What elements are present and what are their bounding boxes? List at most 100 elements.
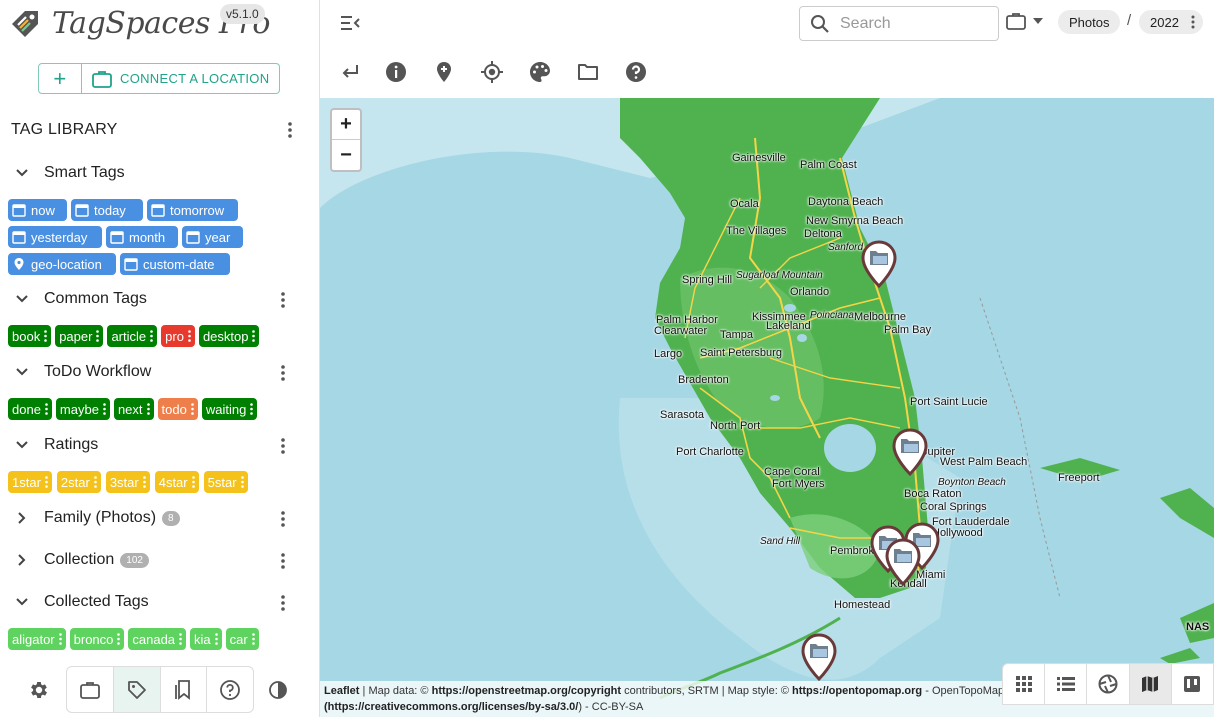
- kanban-view-button[interactable]: [1172, 664, 1213, 704]
- tag[interactable]: pro: [161, 325, 195, 347]
- grid-view-icon: [1015, 676, 1032, 692]
- map-view-button[interactable]: [1129, 664, 1172, 704]
- tag-group-common-tags[interactable]: Common Tags: [12, 288, 147, 310]
- folder-icon[interactable]: [576, 60, 600, 84]
- bookmarks-button[interactable]: [161, 667, 208, 712]
- tag-menu-icon: [252, 330, 256, 342]
- tag-library-title: TAG LIBRARY: [11, 121, 118, 138]
- group-menu-icon[interactable]: [273, 363, 293, 383]
- location-dropdown[interactable]: [1005, 11, 1043, 31]
- tag-group-collected-tags[interactable]: Collected Tags: [12, 591, 149, 613]
- map-label: Melbourne: [854, 311, 906, 323]
- tag[interactable]: maybe: [55, 398, 110, 420]
- tag[interactable]: custom-date: [120, 253, 230, 275]
- group-menu-icon[interactable]: [273, 290, 293, 310]
- version-badge: v5.1.0: [220, 4, 265, 24]
- tag[interactable]: todo: [157, 398, 198, 420]
- connect-location-button[interactable]: CONNECT A LOCATION: [82, 63, 281, 94]
- info-icon[interactable]: [384, 60, 408, 84]
- search-input[interactable]: [840, 14, 980, 33]
- tag-group-smart-tags[interactable]: Smart Tags: [12, 162, 125, 184]
- map-view[interactable]: Gainesville Palm Coast Ocala Daytona Bea…: [320, 98, 1214, 717]
- tag[interactable]: paper: [55, 325, 104, 347]
- map-tiles: [320, 98, 1214, 717]
- theme-toggle-button[interactable]: [266, 666, 290, 713]
- osm-link[interactable]: https://openstreetmap.org/copyright: [432, 685, 621, 697]
- group-menu-icon[interactable]: [273, 436, 293, 456]
- tag[interactable]: today: [71, 199, 143, 221]
- tag[interactable]: aligator: [8, 628, 66, 650]
- tag[interactable]: next: [113, 398, 154, 420]
- leaflet-link[interactable]: Leaflet: [324, 685, 359, 697]
- group-menu-icon[interactable]: [273, 551, 293, 571]
- tag-group-todo-workflow[interactable]: ToDo Workflow: [12, 361, 151, 383]
- locations-icon: [79, 681, 100, 699]
- tag-group-family-photos[interactable]: Family (Photos) 8: [12, 507, 180, 529]
- calendar-icon: [186, 231, 200, 244]
- photo-marker-icon[interactable]: [801, 633, 837, 681]
- tag[interactable]: car: [225, 628, 259, 650]
- settings-icon: [31, 681, 47, 698]
- map-label: Orlando: [790, 286, 830, 298]
- tag[interactable]: canada: [128, 628, 187, 650]
- tag[interactable]: 5star: [203, 471, 248, 493]
- map-label: Coral Springs: [920, 501, 987, 513]
- tag[interactable]: waiting: [201, 398, 258, 420]
- tag[interactable]: 1star: [8, 471, 52, 493]
- gallery-view-button[interactable]: [1087, 664, 1130, 704]
- tag[interactable]: article: [107, 325, 158, 347]
- tag-library-button[interactable]: [113, 667, 161, 712]
- palette-icon[interactable]: [528, 60, 552, 84]
- group-menu-icon[interactable]: [273, 509, 293, 529]
- search-box[interactable]: [799, 6, 999, 41]
- caret-down-icon: [1033, 18, 1043, 24]
- photo-marker-icon[interactable]: [892, 428, 928, 476]
- tag[interactable]: done: [8, 398, 52, 420]
- my-location-icon[interactable]: [480, 60, 504, 84]
- app-logo: TagSpaces Pro v5.1.0: [0, 0, 320, 50]
- map-label: Poinciana: [810, 310, 854, 321]
- tag-group-collection[interactable]: Collection 102: [12, 549, 149, 571]
- tag[interactable]: kia: [190, 628, 222, 650]
- add-location-pin-icon[interactable]: [432, 60, 456, 84]
- license-link[interactable]: (https://creativecommons.org/licenses/by…: [324, 701, 578, 713]
- list-view-button[interactable]: [1045, 664, 1088, 704]
- tag[interactable]: now: [8, 199, 67, 221]
- tag[interactable]: geo-location: [8, 253, 116, 275]
- tag[interactable]: 2star: [56, 471, 101, 493]
- map-view-icon: [1142, 676, 1159, 692]
- more-vertical-icon[interactable]: [1191, 15, 1195, 29]
- locations-button[interactable]: [67, 667, 114, 712]
- photo-marker-icon[interactable]: [885, 538, 921, 586]
- photo-marker-icon[interactable]: [861, 240, 897, 288]
- tag[interactable]: yesterday: [8, 226, 102, 248]
- add-location-button[interactable]: +: [38, 63, 82, 94]
- tag[interactable]: year: [182, 226, 243, 248]
- theme-toggle-icon: [269, 680, 287, 699]
- opentopomap-link[interactable]: https://opentopomap.org: [792, 685, 922, 697]
- zoom-out-button[interactable]: −: [332, 140, 360, 170]
- tag-menu-icon: [117, 633, 121, 645]
- breadcrumb-2022[interactable]: 2022: [1139, 10, 1203, 34]
- help-button[interactable]: [207, 667, 253, 712]
- help-icon[interactable]: [624, 60, 648, 84]
- tag[interactable]: tomorrow: [147, 199, 238, 221]
- tag[interactable]: 4star: [154, 471, 199, 493]
- calendar-icon: [75, 204, 89, 217]
- tag[interactable]: desktop: [198, 325, 260, 347]
- tag-menu-icon: [240, 476, 244, 488]
- tag-library-menu-icon[interactable]: [280, 120, 300, 140]
- tag[interactable]: month: [106, 226, 178, 248]
- tag-group-ratings[interactable]: Ratings: [12, 434, 98, 456]
- group-menu-icon[interactable]: [273, 593, 293, 613]
- zoom-in-button[interactable]: +: [332, 110, 360, 140]
- grid-view-button[interactable]: [1003, 664, 1046, 704]
- tag[interactable]: 3star: [105, 471, 150, 493]
- sidebar-bottom-nav: [0, 665, 320, 717]
- tag[interactable]: book: [8, 325, 52, 347]
- breadcrumb-photos[interactable]: Photos: [1058, 10, 1121, 34]
- menu-collapse-icon[interactable]: [338, 11, 362, 35]
- back-icon[interactable]: [338, 60, 362, 84]
- settings-button[interactable]: [24, 666, 54, 713]
- tag[interactable]: bronco: [69, 628, 125, 650]
